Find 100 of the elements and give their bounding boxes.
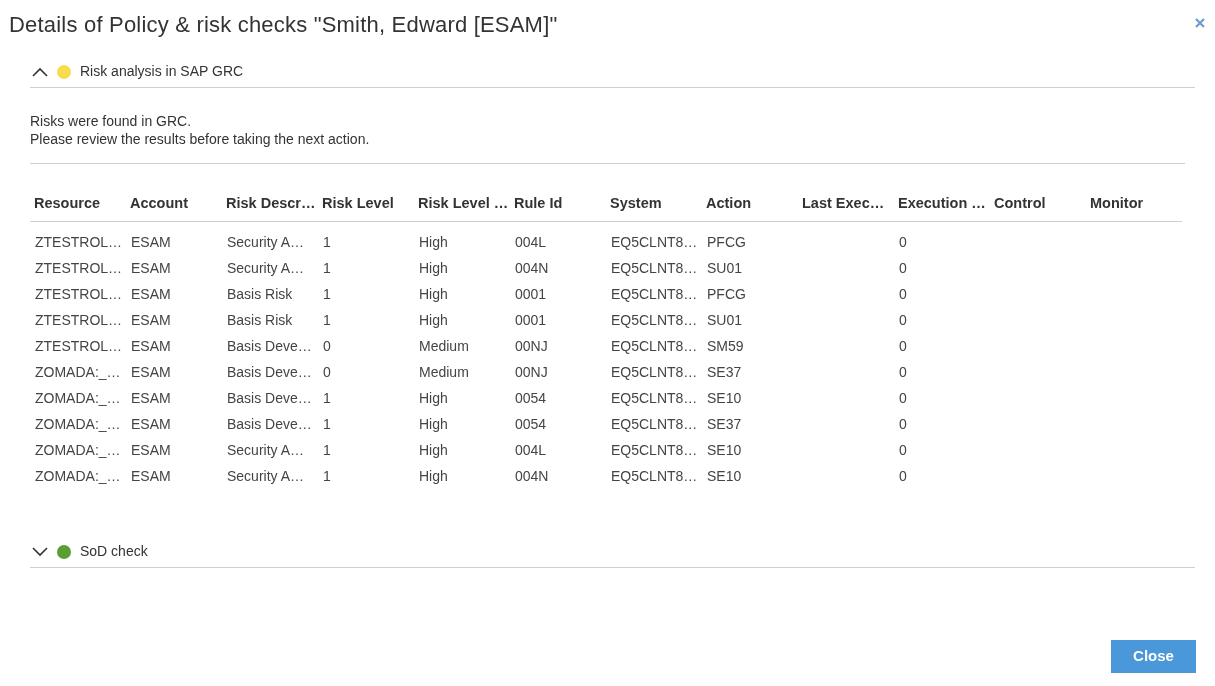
table-cell: ZTESTROL… xyxy=(35,311,123,328)
table-cell: 1 xyxy=(323,415,331,432)
table-cell: SM59 xyxy=(707,337,744,354)
table-cell: 004L xyxy=(515,233,547,250)
table-cell: Basis Risk xyxy=(227,311,293,328)
table-cell: PFCG xyxy=(707,285,746,302)
table-cell: 0 xyxy=(323,363,331,380)
table-cell: ESAM xyxy=(131,259,171,276)
table-cell: ZTESTROL… xyxy=(35,337,123,354)
table-cell: Basis Deve… xyxy=(227,337,312,354)
table-cell: Basis Deve… xyxy=(227,363,312,380)
column-header[interactable]: Action xyxy=(702,193,798,222)
table-cell: PFCG xyxy=(707,233,746,250)
table-cell: 0 xyxy=(899,389,907,406)
table-cell: 0054 xyxy=(515,415,547,432)
table-cell: EQ5CLNT8… xyxy=(611,259,698,276)
table-cell: 004L xyxy=(515,441,547,458)
table-cell: High xyxy=(419,233,448,250)
table-cell: SE10 xyxy=(707,467,742,484)
table-cell: 0 xyxy=(899,415,907,432)
table-cell: ZOMADA:_… xyxy=(35,467,121,484)
table-cell: SE10 xyxy=(707,441,742,458)
table-cell: EQ5CLNT8… xyxy=(611,233,698,250)
table-cell: EQ5CLNT8… xyxy=(611,415,698,432)
table-cell: 1 xyxy=(323,233,331,250)
table-cell: ZOMADA:_… xyxy=(35,415,121,432)
table-cell: ESAM xyxy=(131,233,171,250)
column-header[interactable]: Control xyxy=(990,193,1086,222)
table-cell: Basis Deve… xyxy=(227,389,312,406)
table-cell: 0 xyxy=(899,363,907,380)
table-cell: Security A… xyxy=(227,441,305,458)
table-cell: High xyxy=(419,311,448,328)
column-header[interactable]: Risk Level xyxy=(318,193,414,222)
table-cell: Medium xyxy=(419,337,469,354)
column-header[interactable]: Risk Descr… xyxy=(222,193,318,222)
table-cell: 1 xyxy=(323,441,331,458)
table-cell: ESAM xyxy=(131,285,171,302)
table-cell: 0 xyxy=(899,259,907,276)
table-cell: 0 xyxy=(899,285,907,302)
table-cell: EQ5CLNT8… xyxy=(611,337,698,354)
table-cell: SE37 xyxy=(707,415,742,432)
table-cell: EQ5CLNT8… xyxy=(611,285,698,302)
table-cell: ZTESTROL… xyxy=(35,233,123,250)
table-cell: ESAM xyxy=(131,389,171,406)
table-cell: Security A… xyxy=(227,233,305,250)
table-cell: 004N xyxy=(515,467,549,484)
section-title[interactable]: SoD check xyxy=(80,541,148,563)
table-cell: ESAM xyxy=(131,337,171,354)
table-cell: Security A… xyxy=(227,259,305,276)
table-cell: ZTESTROL… xyxy=(35,259,123,276)
table-cell: EQ5CLNT8… xyxy=(611,467,698,484)
table-cell: High xyxy=(419,389,448,406)
column-header[interactable]: Risk Level … xyxy=(414,193,510,222)
column-header[interactable]: Execution … xyxy=(894,193,990,222)
table-cell: High xyxy=(419,441,448,458)
table-cell: EQ5CLNT8… xyxy=(611,363,698,380)
table-cell: 0054 xyxy=(515,389,547,406)
column-header[interactable]: Monitor xyxy=(1086,193,1182,222)
table-cell: EQ5CLNT8… xyxy=(611,389,698,406)
table-cell: SE37 xyxy=(707,363,742,380)
table-cell: 1 xyxy=(323,467,331,484)
table-cell: EQ5CLNT8… xyxy=(611,441,698,458)
table-cell: High xyxy=(419,259,448,276)
table-cell: 0 xyxy=(899,311,907,328)
table-cell: ESAM xyxy=(131,467,171,484)
close-icon[interactable] xyxy=(1195,18,1205,28)
chevron-down-icon[interactable] xyxy=(32,546,48,557)
table-cell: 0 xyxy=(323,337,331,354)
column-header[interactable]: System xyxy=(606,193,702,222)
table-cell: 0 xyxy=(899,337,907,354)
table-cell: ZTESTROL… xyxy=(35,285,123,302)
table-cell: SE10 xyxy=(707,389,742,406)
table-cell: 1 xyxy=(323,285,331,302)
table-cell: 0 xyxy=(899,441,907,458)
column-header[interactable]: Last Exec… xyxy=(798,193,894,222)
table-cell: SU01 xyxy=(707,311,743,328)
table-cell: 0001 xyxy=(515,311,547,328)
section-title[interactable]: Risk analysis in SAP GRC xyxy=(80,61,244,82)
message-text: Risks were found in GRC. xyxy=(30,112,193,130)
dialog-title: Details of Policy & risk checks "Smith, Edward [ESAM]" xyxy=(9,11,558,39)
table-cell: 1 xyxy=(323,311,331,328)
table-cell: ESAM xyxy=(131,363,171,380)
table-cell: 004N xyxy=(515,259,549,276)
table-cell: ZOMADA:_… xyxy=(35,389,121,406)
table-cell: High xyxy=(419,415,448,432)
table-cell: 1 xyxy=(323,389,331,406)
table-cell: 0 xyxy=(899,233,907,250)
table-cell: 00NJ xyxy=(515,363,548,380)
column-header[interactable]: Account xyxy=(126,193,222,222)
table-cell: EQ5CLNT8… xyxy=(611,311,698,328)
message-text: Please review the results before taking the next action. xyxy=(30,130,371,148)
column-header[interactable]: Resource xyxy=(30,193,126,222)
column-header[interactable]: Rule Id xyxy=(510,193,606,222)
table-cell: ESAM xyxy=(131,415,171,432)
table-cell: ESAM xyxy=(131,311,171,328)
table-cell: 0001 xyxy=(515,285,547,302)
table-cell: ESAM xyxy=(131,441,171,458)
chevron-up-icon[interactable] xyxy=(32,66,48,77)
table-cell: ZOMADA:_… xyxy=(35,363,121,380)
table-cell: High xyxy=(419,467,448,484)
